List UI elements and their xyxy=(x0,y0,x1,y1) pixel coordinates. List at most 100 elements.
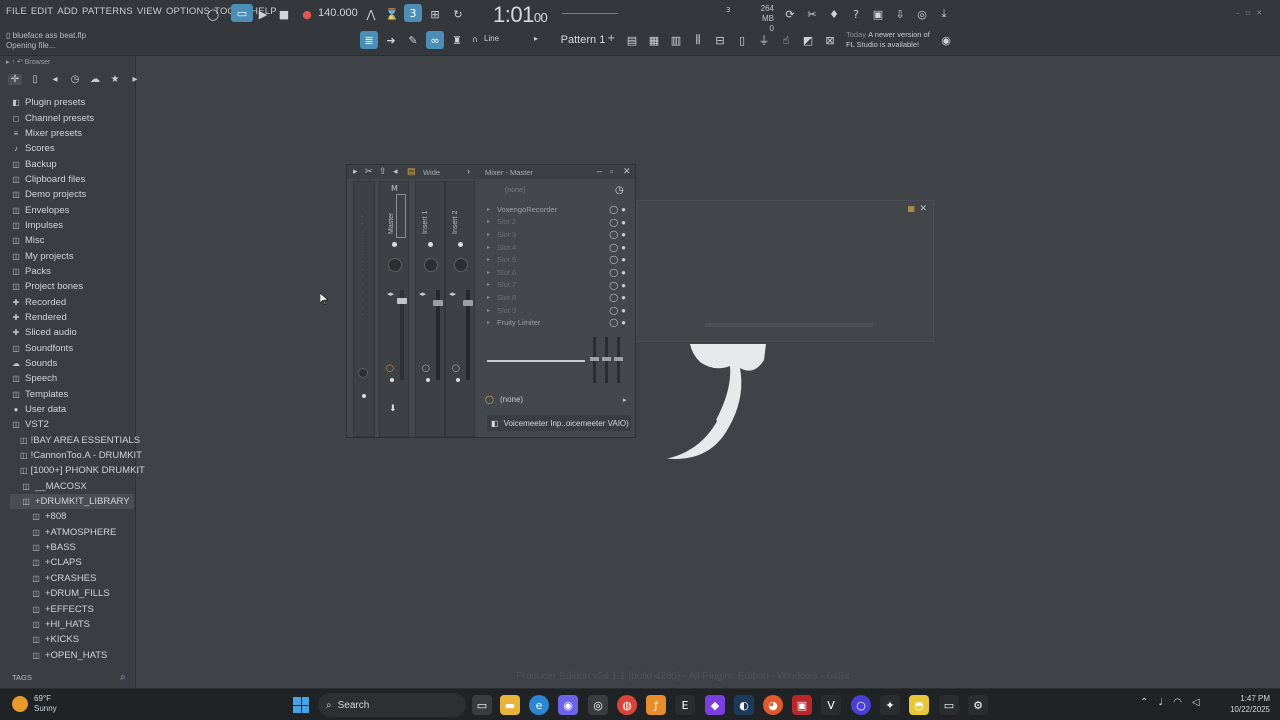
browser-item[interactable]: ◫ __MACOSX xyxy=(10,479,134,494)
mixer-view-mode[interactable]: Wide xyxy=(423,168,440,177)
game-icon[interactable]: ◆ xyxy=(705,695,725,715)
effect-slot[interactable]: ▸ Slot 6 ◯● xyxy=(487,266,633,279)
browser-item[interactable]: ◫ !BAY AREA ESSENTIALS xyxy=(10,433,140,448)
slot-toggle-icon[interactable]: ◯● xyxy=(609,306,629,315)
stop-button[interactable]: ■ xyxy=(275,5,293,23)
tray-chevron-icon[interactable]: ⌃ xyxy=(1140,697,1148,708)
browser-clock-icon[interactable]: ◷ xyxy=(68,74,82,85)
weather-widget[interactable]: 69°F Sunny xyxy=(12,694,57,714)
insert1-fader[interactable] xyxy=(433,300,443,306)
mixer-strip-insert2[interactable]: Insert 2 ◂▸ ◯ xyxy=(445,181,475,437)
current-led[interactable] xyxy=(362,394,366,398)
close-icon[interactable]: ✕ xyxy=(623,166,631,177)
metronome-icon[interactable]: ⋀ xyxy=(362,5,380,23)
browser-item[interactable]: ✚ Recorded xyxy=(10,294,134,309)
browser-cloud-icon[interactable]: ☁ xyxy=(88,74,102,85)
browser-more-icon[interactable]: ▸ xyxy=(128,74,142,85)
menu-edit[interactable]: EDIT xyxy=(29,6,55,17)
effect-slot[interactable]: ▸ Slot 4 ◯● xyxy=(487,241,633,254)
current-knob[interactable] xyxy=(358,368,368,378)
play-button[interactable]: ▶ xyxy=(254,5,272,23)
slot-toggle-icon[interactable]: ◯● xyxy=(609,218,629,227)
browser-star-icon[interactable]: ★ xyxy=(108,74,122,85)
firefox-icon[interactable]: ◕ xyxy=(763,695,783,715)
microphone-icon[interactable]: ♦ xyxy=(825,5,843,23)
insert1-stereo-icon[interactable]: ◂▸ xyxy=(419,290,426,298)
playlist-view-icon[interactable]: ▤ xyxy=(623,31,641,49)
browser-item[interactable]: ◻ Channel presets xyxy=(10,110,134,125)
stamp-icon[interactable]: ♜ xyxy=(448,31,466,49)
browser-current-icon[interactable]: ▯ xyxy=(28,74,42,85)
insert1-led[interactable] xyxy=(428,242,433,247)
audio-device-selector[interactable]: ◧ Voicemeeter Inp..oicemeeter VAIO) xyxy=(487,415,631,431)
download-arrow-icon[interactable]: ⬇ xyxy=(389,404,397,414)
help-icon[interactable]: ? xyxy=(847,5,865,23)
master-volume-slider[interactable] xyxy=(562,13,618,14)
slot-toggle-icon[interactable]: ◯● xyxy=(609,255,629,264)
insert2-fader[interactable] xyxy=(463,300,473,306)
browser-plugin-icon[interactable]: ◂ xyxy=(48,74,62,85)
playlist-icon[interactable]: ≣ xyxy=(360,31,378,49)
slot-toggle-icon[interactable]: ◯● xyxy=(609,293,629,302)
mixer-preset[interactable]: (none) xyxy=(505,187,525,194)
browser-item[interactable]: ◫ Packs xyxy=(10,264,134,279)
browser-item[interactable]: ◧ Plugin presets xyxy=(10,95,134,110)
chat-icon[interactable]: ◎ xyxy=(913,5,931,23)
settings-icon[interactable]: ⚙ xyxy=(968,695,988,715)
snap-selector[interactable]: Line xyxy=(484,34,499,43)
browser-item[interactable]: ◫ +KICKS xyxy=(10,632,134,647)
link-icon[interactable]: ∞ xyxy=(426,31,444,49)
volume-icon[interactable]: ◁ xyxy=(1192,697,1200,708)
cut-icon[interactable]: ✂ xyxy=(803,5,821,23)
browser-item[interactable]: ◫ Project bones xyxy=(10,279,134,294)
browser-item[interactable]: ◫ +CLAPS xyxy=(10,555,134,570)
windows-start-icon[interactable] xyxy=(293,697,309,713)
vb-app-icon[interactable]: V xyxy=(821,695,841,715)
browser-item[interactable]: ◫ +ATMOSPHERE xyxy=(10,525,134,540)
effect-slot[interactable]: ▸ Slot 7 ◯● xyxy=(487,279,633,292)
browser-item[interactable]: ◫ Clipboard files xyxy=(10,172,134,187)
red-app-icon[interactable]: ▣ xyxy=(792,695,812,715)
browser-item[interactable]: ◫ +808 xyxy=(10,509,134,524)
tags-label[interactable]: TAGS xyxy=(12,673,32,682)
browser-item[interactable]: ◫ Soundfonts xyxy=(10,341,134,356)
insert1-routing-icon[interactable]: ◯ xyxy=(422,364,430,372)
slot-toggle-icon[interactable]: ◯● xyxy=(609,268,629,277)
effect-slot[interactable]: ▸ Slot 2 ◯● xyxy=(487,216,633,229)
mixer-menu-icon[interactable]: ▸ xyxy=(353,166,358,177)
pencil-icon[interactable]: ✎ xyxy=(404,31,422,49)
mixer-nav-icon[interactable]: › xyxy=(467,166,470,176)
mixer-tools-icon[interactable]: ✂ xyxy=(365,166,373,177)
insert1-pan-knob[interactable] xyxy=(424,258,438,272)
browser-item[interactable]: ◫ Misc xyxy=(10,233,134,248)
browser-item[interactable]: ◫ +OPEN_HATS xyxy=(10,647,134,662)
scrollbar[interactable] xyxy=(705,323,873,327)
insert2-pan-knob[interactable] xyxy=(454,258,468,272)
circle-app-icon[interactable]: ○ xyxy=(851,695,871,715)
browser-item[interactable]: ◫ Backup xyxy=(10,156,134,171)
menu-patterns[interactable]: PATTERNS xyxy=(80,6,135,17)
pat-song-toggle[interactable]: ▭ xyxy=(231,4,253,22)
save-icon[interactable]: ▣ xyxy=(869,5,887,23)
sparkle-app-icon[interactable]: ✦ xyxy=(880,695,900,715)
taskbar-search[interactable]: ⌕ Search xyxy=(318,693,466,717)
pattern-prev-icon[interactable]: ▸ xyxy=(534,34,538,43)
time-display[interactable]: 1:0100 xyxy=(493,2,548,28)
eq-sliders[interactable] xyxy=(590,337,627,383)
slot-toggle-icon[interactable]: ◯● xyxy=(609,281,629,290)
download-icon[interactable]: ⤓ xyxy=(935,5,953,23)
channel-rack-icon[interactable]: ▥ xyxy=(667,31,685,49)
slot-toggle-icon[interactable]: ◯● xyxy=(609,230,629,239)
touch-icon[interactable]: ☝ xyxy=(777,31,795,49)
browser-item[interactable]: ◫ Envelopes xyxy=(10,202,134,217)
insert2-routing-icon[interactable]: ◯ xyxy=(452,364,460,372)
tags-search-icon[interactable]: ⌕ xyxy=(120,672,126,683)
globe-icon[interactable]: ◉ xyxy=(937,31,955,49)
output-routing[interactable]: ◯ (none) ▸ xyxy=(485,395,627,404)
task-view-icon[interactable]: ▭ xyxy=(472,695,492,715)
piano-roll-icon[interactable]: ▦ xyxy=(645,31,663,49)
mixer-strip-insert1[interactable]: Insert 1 ◂▸ ◯ xyxy=(415,181,445,437)
blend-notes-icon[interactable]: ⊞ xyxy=(426,5,444,23)
browser-item[interactable]: ✚ Sliced audio xyxy=(10,325,134,340)
close-icon[interactable]: ✕ xyxy=(919,204,927,214)
